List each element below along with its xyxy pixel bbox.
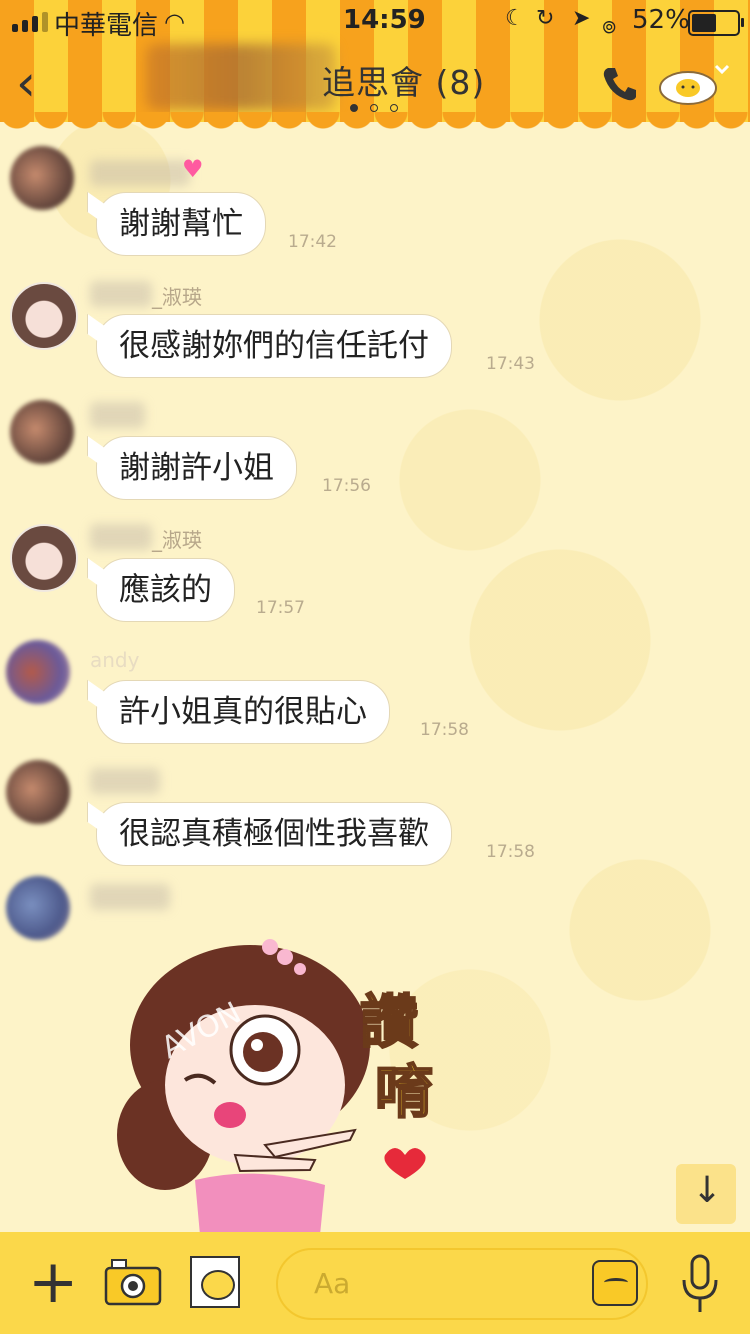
plus-button[interactable]: +	[28, 1252, 78, 1312]
sender-name-redaction	[90, 884, 170, 910]
message-time: 17:58	[420, 720, 469, 740]
avatar[interactable]	[6, 876, 70, 940]
battery-icon	[688, 10, 744, 36]
message-bubble[interactable]: 許小姐真的很貼心	[96, 680, 390, 744]
input-bar: + Aa	[0, 1232, 750, 1334]
message-time: 17:58	[486, 842, 535, 862]
message-bubble[interactable]: 謝謝許小姐	[96, 436, 297, 500]
page-dot	[350, 104, 358, 112]
clock: 14:59	[343, 5, 426, 35]
header-scallop	[0, 112, 750, 130]
sender-name-redaction	[90, 160, 190, 186]
avatar[interactable]	[6, 640, 70, 704]
sender-name-redaction	[90, 402, 145, 428]
bluetooth-icon: ๏	[602, 11, 617, 39]
arrow-down-icon: ↓	[692, 1170, 723, 1211]
sticker-icon[interactable]	[592, 1260, 638, 1306]
message-bubble[interactable]: 很認真積極個性我喜歡	[96, 802, 452, 866]
message-bubble[interactable]: 謝謝幫忙	[96, 192, 266, 256]
microphone-icon[interactable]	[680, 1252, 720, 1316]
sender-name-redaction	[90, 281, 152, 307]
heart-icon: ♥	[182, 155, 204, 183]
sender-name-redaction	[90, 768, 160, 794]
signal-icon	[12, 12, 48, 32]
message-time: 17:56	[322, 476, 371, 496]
sender-name-redaction	[90, 524, 152, 550]
page-indicator	[350, 104, 398, 112]
title-redaction	[146, 44, 336, 110]
message-bubble[interactable]: 應該的	[96, 558, 235, 622]
chat-title[interactable]: 追思會 (8)	[322, 56, 485, 104]
chat-header: 中華電信 ◠ 14:59 ☾ ↻ ➤ ๏ 52% ‹ 追思會 (8)	[0, 0, 750, 122]
message-time: 17:43	[486, 354, 535, 374]
back-button[interactable]: ‹	[16, 58, 36, 108]
sender-name: andy	[90, 648, 140, 672]
message-time: 17:57	[256, 598, 305, 618]
avatar[interactable]	[6, 760, 70, 824]
page-dot	[370, 104, 378, 112]
camera-icon[interactable]	[104, 1256, 162, 1306]
avatar[interactable]	[10, 524, 78, 592]
location-icon: ➤	[572, 6, 591, 31]
battery-percent: 52%	[632, 5, 690, 35]
moon-icon: ☾	[505, 6, 525, 31]
menu-chevron-icon[interactable]	[656, 58, 736, 108]
avatar[interactable]	[10, 400, 74, 464]
rotation-lock-icon: ↻	[536, 6, 555, 31]
scroll-to-bottom-button[interactable]: ↓	[676, 1164, 736, 1224]
wifi-icon: ◠	[164, 8, 185, 36]
avatar[interactable]	[10, 146, 74, 210]
message-bubble[interactable]: 很感謝妳們的信任託付	[96, 314, 452, 378]
sticker[interactable]: AVON 讚 唷	[105, 935, 455, 1235]
carrier-name: 中華電信	[54, 11, 159, 41]
input-placeholder: Aa	[314, 1267, 351, 1300]
page-dot	[390, 104, 398, 112]
sender-name: _淑瑛	[152, 285, 202, 309]
sender-name: _淑瑛	[152, 528, 202, 552]
avatar[interactable]	[10, 282, 78, 350]
message-time: 17:42	[288, 232, 337, 252]
gallery-icon[interactable]	[190, 1256, 240, 1308]
status-bar: 中華電信 ◠ 14:59 ☾ ↻ ➤ ๏ 52%	[0, 0, 750, 41]
sticker-text-line2: 唷	[374, 1057, 434, 1127]
phone-icon[interactable]	[600, 64, 640, 104]
message-input[interactable]: Aa	[276, 1248, 648, 1320]
